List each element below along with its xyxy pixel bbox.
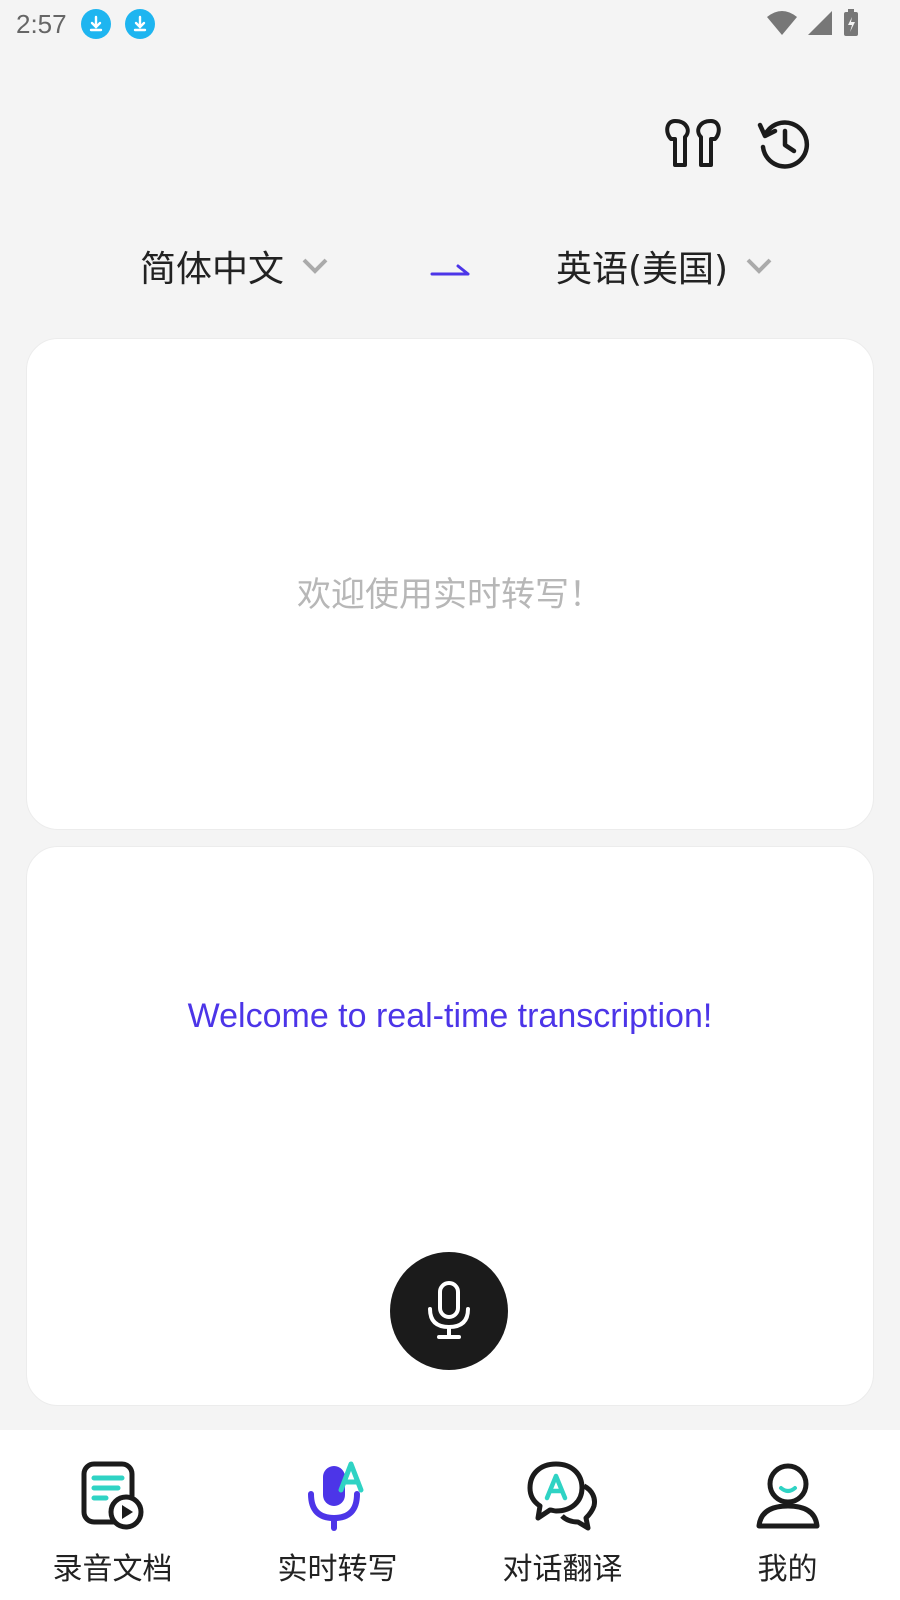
download-notification-icon [124,9,155,39]
tab-label: 对话翻译 [502,1552,623,1587]
record-microphone-button[interactable] [390,1252,508,1370]
tab-dialog-translate[interactable]: 对话翻译 [450,1430,675,1600]
history-icon [757,120,810,169]
status-time: 2:57 [16,8,67,39]
source-welcome-text: 欢迎使用实时转写！ [297,575,603,615]
tab-realtime-transcribe[interactable]: 实时转写 [225,1430,450,1600]
chevron-down-icon [302,258,328,274]
source-language-label: 简体中文 [140,249,285,290]
status-indicators [766,8,860,38]
realtime-transcribe-icon [300,1458,376,1534]
target-language-label: 英语(美国) [556,249,729,290]
translation-welcome-text: Welcome to real-time transcription! [187,997,713,1035]
top-actions [662,112,816,174]
tab-label: 我的 [757,1552,818,1587]
tab-label: 录音文档 [52,1552,173,1587]
battery-icon [844,9,858,36]
arrow-right-icon [430,264,470,276]
earbuds-icon [665,119,721,167]
bottom-tab-bar: 录音文档 实时转写 对话翻译 我的 [0,1430,900,1600]
dialog-translate-icon [525,1458,601,1534]
earbuds-button[interactable] [662,112,724,174]
history-button[interactable] [754,112,816,174]
tab-recording-docs[interactable]: 录音文档 [0,1430,225,1600]
status-bar: 2:57 [0,0,900,48]
cellular-signal-icon [808,11,832,35]
source-language-dropdown[interactable]: 简体中文 [140,240,330,292]
language-selector: 简体中文 英语(美国) [0,240,900,312]
microphone-icon [428,1281,470,1339]
tab-label: 实时转写 [277,1552,398,1587]
chevron-down-icon [746,258,772,274]
tab-profile[interactable]: 我的 [675,1430,900,1600]
profile-icon [750,1458,826,1534]
source-text-panel: 欢迎使用实时转写！ [26,338,874,830]
download-notification-icon [80,9,111,39]
recording-docs-icon [75,1458,151,1534]
target-language-dropdown[interactable]: 英语(美国) [556,240,774,292]
wifi-icon [767,11,797,35]
